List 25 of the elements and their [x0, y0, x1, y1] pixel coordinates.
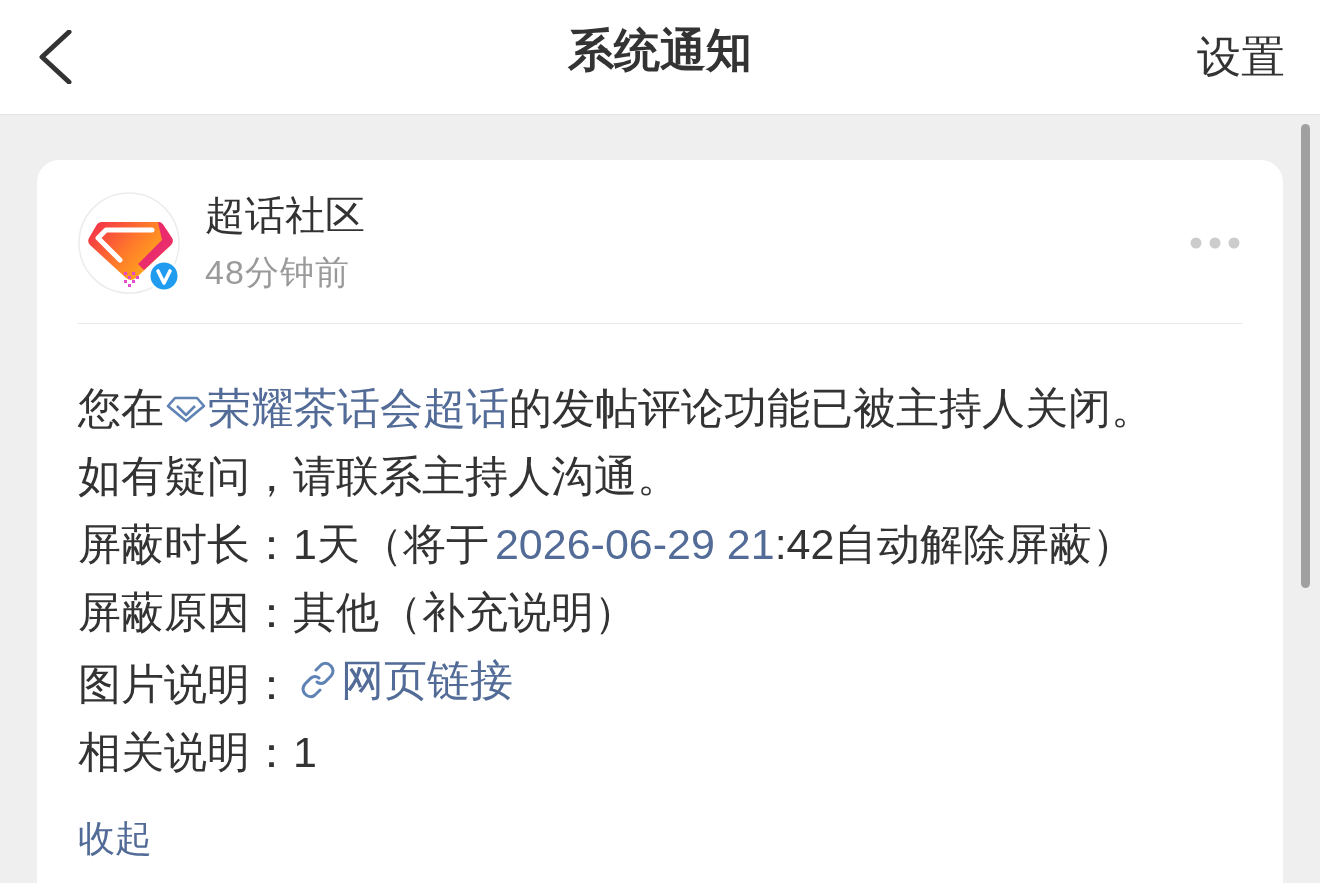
detail-label: 相关说明：: [78, 728, 293, 776]
back-button[interactable]: [38, 30, 72, 84]
gem-logo-icon: [78, 191, 180, 294]
detail-label: 图片说明：: [78, 660, 293, 708]
collapse-button[interactable]: 收起: [78, 816, 152, 862]
web-link[interactable]: 网页链接: [299, 646, 513, 714]
detail-label: 屏蔽时长：: [78, 520, 293, 568]
timestamp: 48分钟前: [205, 252, 351, 293]
back-chevron-icon: [38, 30, 72, 84]
sender-name: 超话社区: [205, 192, 365, 239]
scrollbar-thumb[interactable]: [1301, 124, 1310, 588]
detail-value: 其他（补充说明）: [293, 588, 637, 636]
diamond-icon: [166, 394, 206, 423]
more-dots-icon: [1190, 236, 1240, 249]
message-text: 您在 荣耀茶话会超话的发帖评论功能已被主持人关闭。: [78, 383, 1155, 434]
detail-value: 1天（将于 2026-06-29 21:42自动解除屏蔽）: [293, 520, 1136, 568]
chain-link-icon: [299, 661, 337, 699]
detail-label: 屏蔽原因：: [78, 588, 293, 636]
date-link[interactable]: 2026-06-29 21: [494, 520, 775, 568]
more-button[interactable]: [1190, 235, 1240, 250]
topic-link[interactable]: 荣耀茶话会超话: [164, 384, 509, 432]
detail-value: 1: [293, 728, 317, 776]
settings-button[interactable]: 设置: [1197, 29, 1285, 85]
page-title: 系统通知: [568, 23, 752, 78]
note-text: 如有疑问，请联系主持人沟通。: [78, 451, 681, 502]
